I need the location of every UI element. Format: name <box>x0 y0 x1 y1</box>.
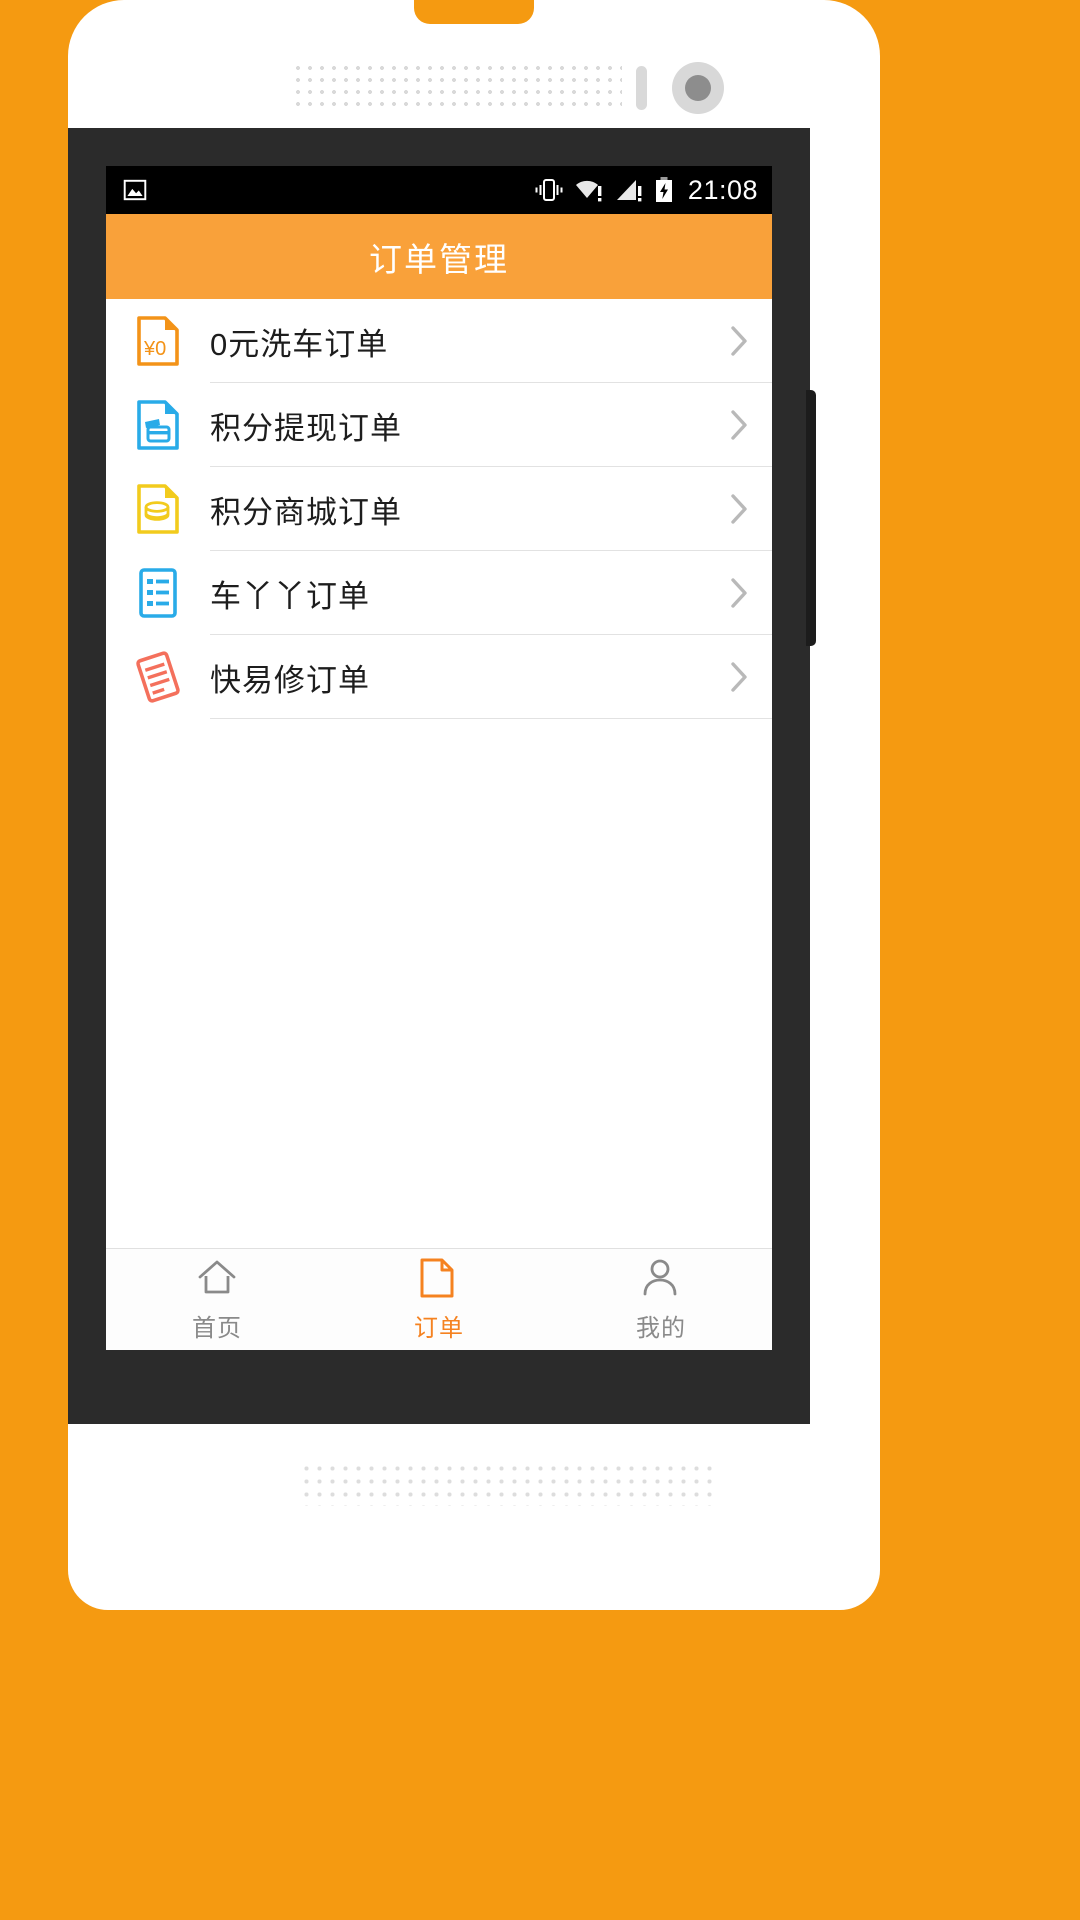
device-top-cutout <box>414 0 534 24</box>
list-divider <box>210 718 772 719</box>
tilted-clipboard-icon <box>132 648 184 706</box>
list-item-kuaiyixiu-order[interactable]: 快易修订单 <box>106 635 772 719</box>
list-item-label: 0元洗车订单 <box>210 326 389 362</box>
list-item-free-carwash-order[interactable]: ¥0 0元洗车订单 <box>106 299 772 383</box>
list-item-label: 积分提现订单 <box>210 410 402 446</box>
tab-orders[interactable]: 订单 <box>328 1249 550 1350</box>
phone-screen: 21:08 订单管理 ¥0 0元洗车订单 积分提现订单 积分商城订单 车丫丫订单… <box>106 166 772 1350</box>
speaker-bar <box>636 66 647 110</box>
image-icon <box>122 177 148 203</box>
app-bar: 订单管理 <box>106 214 772 299</box>
coins-document-icon <box>132 480 184 538</box>
order-type-list: ¥0 0元洗车订单 积分提现订单 积分商城订单 车丫丫订单 快易修订单 <box>106 299 772 1248</box>
bottom-tab-bar: 首页 订单 我的 <box>106 1248 772 1350</box>
list-document-icon <box>132 564 184 622</box>
document-icon <box>417 1257 461 1301</box>
yuan-zero-document-icon: ¥0 <box>132 312 184 370</box>
tab-home[interactable]: 首页 <box>106 1249 328 1350</box>
person-icon <box>639 1257 683 1301</box>
tab-label: 我的 <box>636 1314 686 1342</box>
status-bar-time: 21:08 <box>687 174 758 205</box>
front-camera <box>672 62 724 114</box>
tab-label: 首页 <box>192 1314 242 1342</box>
power-button[interactable] <box>806 390 816 646</box>
chevron-right-icon <box>728 323 750 359</box>
chevron-right-icon <box>728 407 750 443</box>
battery-charging-icon <box>654 176 674 204</box>
earpiece-speaker-grille <box>292 62 622 114</box>
list-item-label: 车丫丫订单 <box>210 578 370 614</box>
list-item-points-mall-order[interactable]: 积分商城订单 <box>106 467 772 551</box>
page-title: 订单管理 <box>369 240 509 278</box>
signal-warning-icon <box>614 177 644 203</box>
tab-profile[interactable]: 我的 <box>550 1249 772 1350</box>
chevron-right-icon <box>728 491 750 527</box>
chevron-right-icon <box>728 659 750 695</box>
vibrate-icon <box>534 177 564 203</box>
home-icon <box>195 1257 239 1301</box>
tab-label: 订单 <box>414 1314 464 1342</box>
wifi-warning-icon <box>574 177 604 203</box>
card-withdraw-document-icon <box>132 396 184 454</box>
chevron-right-icon <box>728 575 750 611</box>
list-item-label: 积分商城订单 <box>210 494 402 530</box>
list-item-cheyaya-order[interactable]: 车丫丫订单 <box>106 551 772 635</box>
svg-text:¥0: ¥0 <box>143 338 166 360</box>
bottom-speaker-grille <box>300 1462 712 1506</box>
status-bar: 21:08 <box>106 166 772 214</box>
list-item-points-withdraw-order[interactable]: 积分提现订单 <box>106 383 772 467</box>
list-item-label: 快易修订单 <box>210 662 370 698</box>
